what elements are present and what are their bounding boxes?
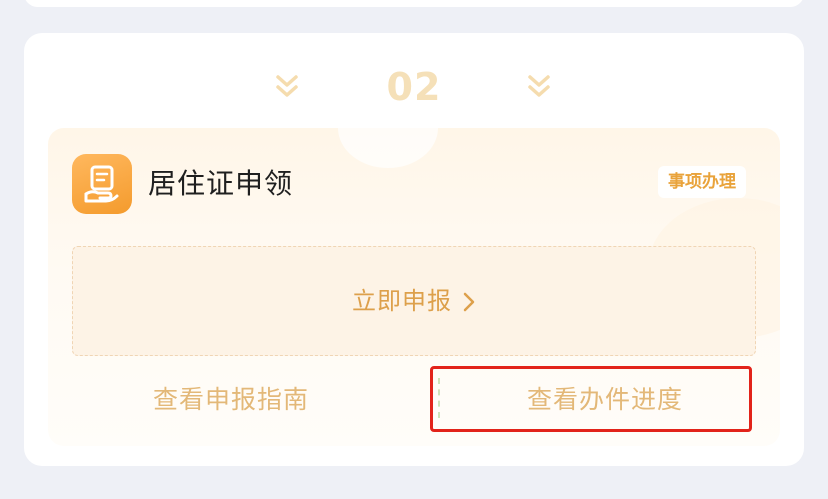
step-number: 02 [386, 65, 442, 109]
view-guide-link[interactable]: 查看申报指南 [48, 380, 414, 416]
chevron-double-down-icon [528, 75, 550, 97]
apply-now-button[interactable]: 立即申报 [72, 246, 756, 356]
apply-now-label: 立即申报 [352, 287, 452, 315]
previous-card [24, 0, 804, 7]
hand-document-icon [72, 154, 132, 214]
highlight-annotation [430, 366, 752, 432]
chevron-double-down-icon [276, 75, 298, 97]
step-indicator: 02 [24, 63, 804, 113]
service-title: 居住证申领 [148, 167, 294, 200]
chevron-right-icon [463, 292, 475, 312]
service-tag-badge: 事项办理 [658, 166, 746, 198]
